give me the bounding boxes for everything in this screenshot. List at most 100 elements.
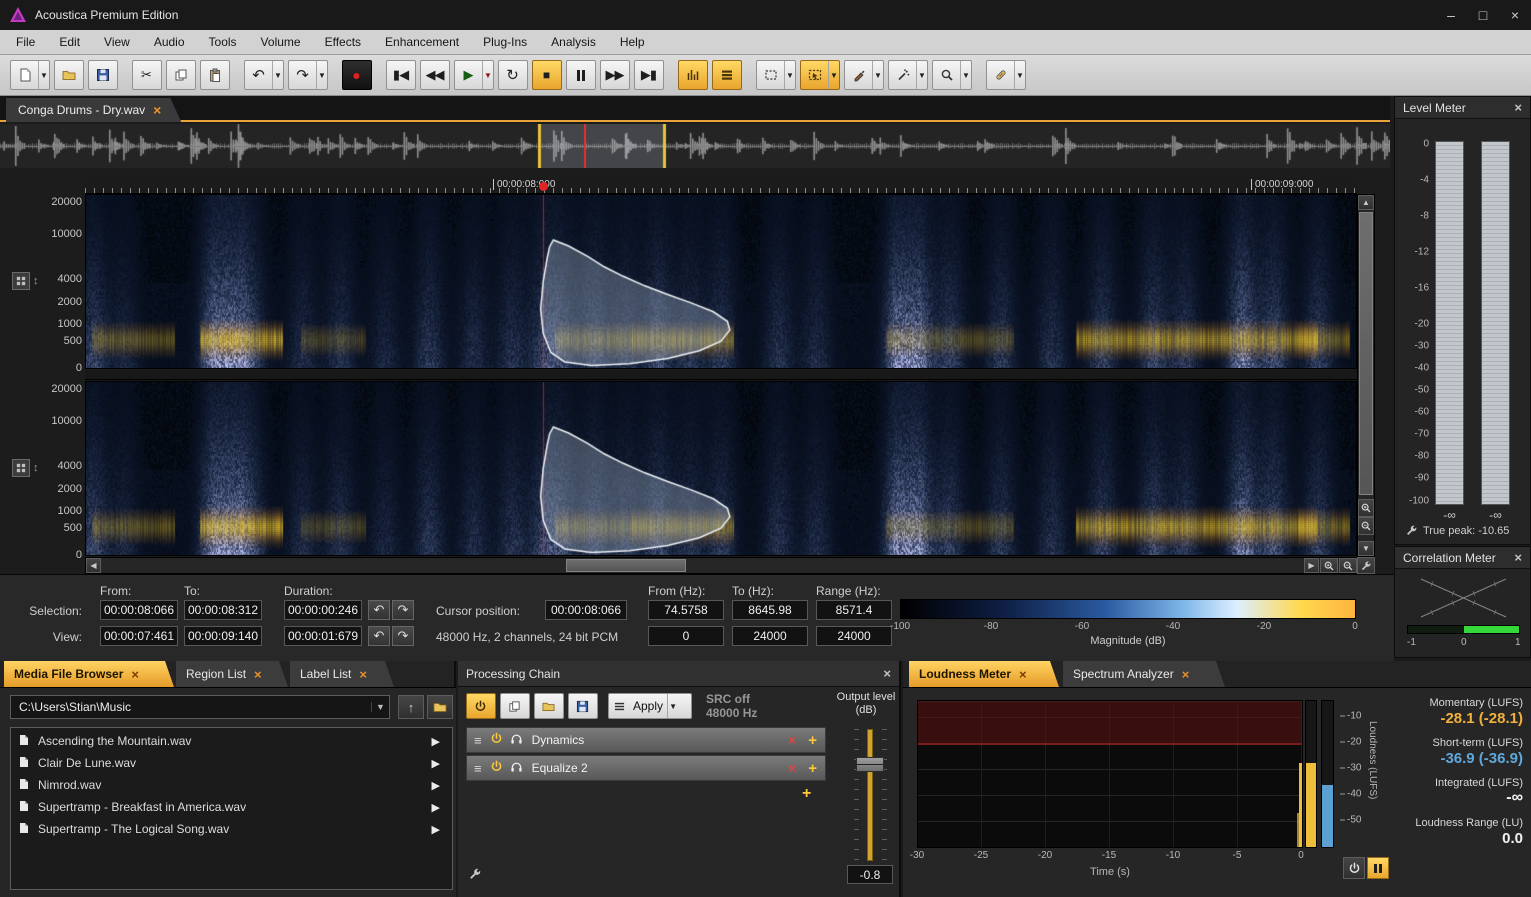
browse-folder-button[interactable] [427,695,453,719]
spectral-selection-tool-button[interactable]: ▼ [800,60,840,90]
brush-tool-button[interactable]: ▼ [844,60,884,90]
selection-duration-field[interactable]: 00:00:00:246 [284,600,362,620]
magic-wand-tool-button[interactable]: ▼ [888,60,928,90]
headphones-monitor-icon[interactable] [510,760,523,776]
menu-analysis[interactable]: Analysis [539,30,608,55]
skip-to-end-button[interactable]: ▶▮ [634,60,664,90]
playhead-marker[interactable] [539,182,548,191]
preview-play-icon[interactable]: ▶ [432,801,440,814]
file-row[interactable]: Supertramp - Breakfast in America.wav ▶ [11,796,452,818]
zoom-in-horizontal-button[interactable] [1320,558,1338,573]
minimize-button[interactable]: – [1435,0,1467,30]
preview-play-icon[interactable]: ▶ [432,779,440,792]
zoom-out-horizontal-button[interactable] [1339,558,1357,573]
open-button[interactable] [54,60,84,90]
vertical-scrollbar-thumb[interactable] [1359,212,1373,495]
pause-button[interactable] [566,60,596,90]
view-to-hz-field[interactable]: 24000 [732,626,808,646]
file-row[interactable]: Clair De Lune.wav ▶ [11,752,452,774]
chevron-down-icon[interactable]: ▼ [316,61,327,89]
channel-1-resize-handle[interactable]: ↕ [33,275,39,287]
power-icon[interactable] [490,760,503,776]
preview-play-icon[interactable]: ▶ [432,823,440,836]
stop-button[interactable]: ■ [532,60,562,90]
cut-button[interactable]: ✂ [132,60,162,90]
chain-save-button[interactable] [568,693,598,719]
paste-button[interactable] [200,60,230,90]
document-tab[interactable]: Conga Drums - Dry.wav × [6,98,181,122]
menu-view[interactable]: View [92,30,142,55]
view-undo-button[interactable]: ↶ [368,626,390,646]
preview-play-icon[interactable]: ▶ [432,735,440,748]
menu-tools[interactable]: Tools [197,30,249,55]
remove-effect-icon[interactable]: × [788,760,796,776]
add-effect-icon[interactable]: + [802,785,811,803]
chain-settings-wrench-icon[interactable] [468,867,482,884]
level-meter-close-icon[interactable]: × [1514,100,1522,115]
maximize-button[interactable]: □ [1467,0,1499,30]
processing-chain-close-icon[interactable]: × [883,666,891,681]
selection-from-hz-field[interactable]: 74.5758 [648,600,724,620]
chain-open-button[interactable] [534,693,564,719]
zoom-tool-button[interactable]: ▼ [932,60,972,90]
scroll-right-button[interactable]: ▶ [1304,558,1319,573]
chain-copy-button[interactable] [500,693,530,719]
scroll-left-button[interactable]: ◀ [86,558,101,573]
menu-plugins[interactable]: Plug-Ins [471,30,539,55]
menu-help[interactable]: Help [608,30,657,55]
chevron-down-icon[interactable]: ▼ [482,61,493,89]
chain-power-button[interactable] [466,693,496,719]
drag-handle-icon[interactable]: ≡ [474,761,482,776]
channel-splitter[interactable] [85,370,1357,380]
view-redo-button[interactable]: ↷ [392,626,414,646]
chevron-down-icon[interactable]: ▼ [1014,61,1025,89]
view-range-hz-field[interactable]: 24000 [816,626,892,646]
chevron-down-icon[interactable]: ▼ [784,61,795,89]
chevron-down-icon[interactable]: ▼ [916,61,927,89]
waveform-overview[interactable] [0,124,1390,168]
drag-handle-icon[interactable]: ≡ [474,733,482,748]
new-file-button[interactable]: ▼ [10,60,50,90]
menu-enhancement[interactable]: Enhancement [373,30,471,55]
spectral-layers-button[interactable] [712,60,742,90]
add-effect-icon[interactable]: + [808,732,817,749]
tab-region-list[interactable]: Region List× [176,661,288,687]
fast-forward-button[interactable]: ▶▶ [600,60,630,90]
tab-media-file-browser[interactable]: Media File Browser× [4,661,174,687]
selection-redo-button[interactable]: ↷ [392,600,414,620]
time-selection-tool-button[interactable]: ▼ [756,60,796,90]
tab-close-icon[interactable]: × [359,667,367,682]
play-button[interactable]: ▶▼ [454,60,494,90]
level-meter-settings-wrench-icon[interactable] [1405,524,1418,540]
zoom-in-vertical-button[interactable] [1358,499,1374,517]
selection-to-field[interactable]: 00:00:08:312 [184,600,262,620]
path-combobox[interactable]: C:\Users\Stian\Music ▼ [10,695,390,719]
selection-range-hz-field[interactable]: 8571.4 [816,600,892,620]
spectrogram-channel-1[interactable] [85,194,1357,369]
file-row[interactable]: Nimrod.wav ▶ [11,774,452,796]
save-button[interactable] [88,60,118,90]
loop-playback-button[interactable]: ↻ [498,60,528,90]
add-effect-icon[interactable]: + [808,760,817,777]
headphones-monitor-icon[interactable] [510,732,523,748]
chevron-down-icon[interactable]: ▼ [38,61,49,89]
tab-loudness-meter[interactable]: Loudness Meter× [909,661,1059,687]
chevron-down-icon[interactable]: ▼ [667,694,678,718]
chain-item-dynamics[interactable]: ≡ Dynamics × + [466,727,826,753]
vertical-scrollbar[interactable]: ▲ ▼ [1357,194,1375,557]
menu-edit[interactable]: Edit [47,30,92,55]
view-settings-wrench-button[interactable] [1357,557,1375,574]
document-tab-close-icon[interactable]: × [153,102,161,118]
chevron-down-icon[interactable]: ▼ [960,61,971,89]
view-duration-field[interactable]: 00:00:01:679 [284,626,362,646]
preview-play-icon[interactable]: ▶ [432,757,440,770]
view-from-field[interactable]: 00:00:07:461 [100,626,178,646]
scroll-up-button[interactable]: ▲ [1358,195,1374,210]
chain-item-equalize[interactable]: ≡ Equalize 2 × + [466,755,826,781]
record-button[interactable]: ● [342,60,372,90]
file-row[interactable]: Ascending the Mountain.wav ▶ [11,730,452,752]
output-level-value[interactable]: -0.8 [847,865,893,884]
skip-to-start-button[interactable]: ▮◀ [386,60,416,90]
rewind-button[interactable]: ◀◀ [420,60,450,90]
menu-volume[interactable]: Volume [249,30,313,55]
